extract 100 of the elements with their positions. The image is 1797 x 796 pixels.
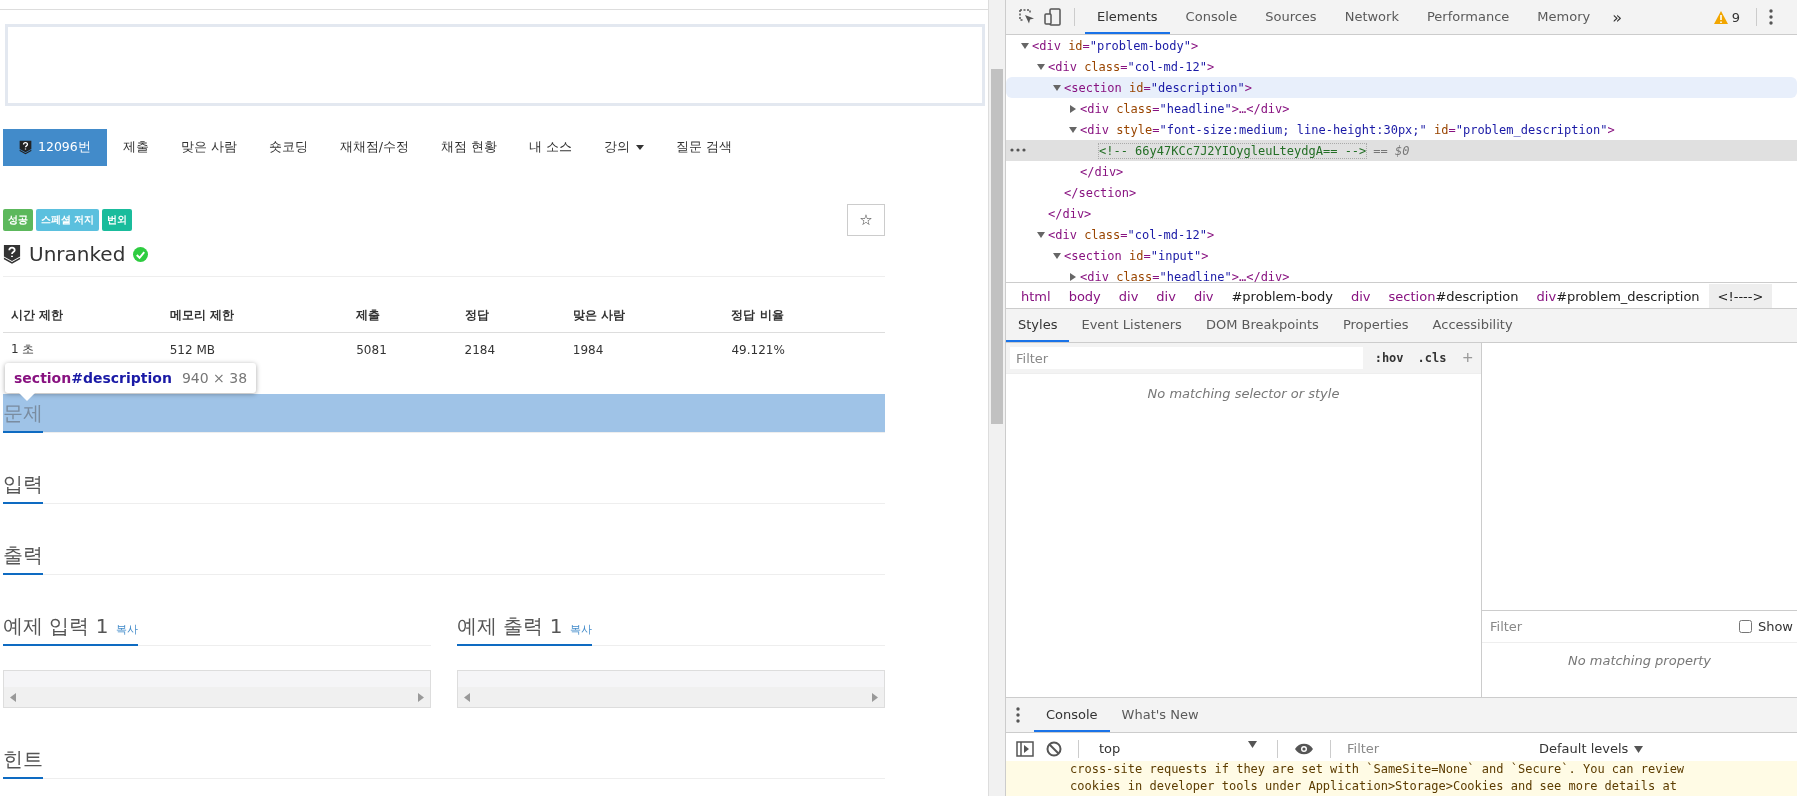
nav-tab-label: 12096번	[38, 139, 91, 156]
node-tag: <section id="input">	[1064, 248, 1209, 263]
more-icon[interactable]	[1010, 148, 1026, 152]
nav-tab-label: 채점 현황	[440, 139, 497, 156]
breadcrumb[interactable]: div	[1184, 283, 1223, 308]
panel-tab[interactable]: Performance	[1414, 0, 1522, 34]
dropdown-arrow-icon	[1634, 746, 1644, 753]
comment-node: <!-- 66y47KCc7J2YIOygleuLteydgA== -->	[1098, 142, 1368, 159]
breadcrumb[interactable]: html	[1012, 283, 1060, 308]
nav-tab[interactable]: 맞은 사람	[164, 129, 253, 166]
class-button[interactable]: .cls	[1415, 351, 1449, 365]
nav-tab-label: 재채점/수정	[339, 139, 409, 156]
nav-tab-label: 제출	[122, 139, 149, 156]
kebab-menu-icon[interactable]	[1767, 7, 1775, 27]
expanded-triangle-icon[interactable]	[1068, 124, 1078, 135]
expanded-triangle-icon[interactable]	[1036, 61, 1046, 72]
expanded-triangle-icon[interactable]	[1052, 250, 1062, 261]
column-header: 정답	[456, 299, 565, 333]
panel-tab[interactable]: Memory	[1525, 0, 1603, 34]
scrollbar-thumb[interactable]	[991, 69, 1003, 424]
column-header: 맞은 사람	[564, 299, 724, 333]
expanded-triangle-icon[interactable]	[1020, 40, 1030, 51]
warning-icon	[1713, 10, 1728, 24]
breadcrumb[interactable]: section#description	[1379, 283, 1528, 308]
sidebar-tab[interactable]: Accessibility	[1420, 309, 1525, 342]
node-tag: <div class="col-md-12">	[1048, 227, 1215, 242]
expanded-triangle-icon[interactable]	[1036, 229, 1046, 240]
nav-tab-label: 숏코딩	[268, 139, 308, 156]
sidebar-toggle-icon[interactable]	[1014, 738, 1036, 759]
nav-tab-label: 내 소스	[528, 139, 572, 156]
nav-tab[interactable]: 질문 검색	[659, 129, 748, 166]
column-header: 정답 비율	[723, 299, 885, 333]
status-tag: 스페셜 저지	[36, 209, 100, 231]
tooltip-size: 940 × 38	[181, 370, 248, 386]
breadcrumb[interactable]: div#problem_description	[1527, 283, 1709, 308]
context-select[interactable]: top	[1093, 740, 1263, 757]
node-tag: <div class="headline">…</div>	[1080, 101, 1290, 116]
status-tag: 번외	[102, 209, 133, 231]
closing-tag: </div>	[1048, 206, 1092, 221]
checkbox-label: Show	[1757, 619, 1793, 634]
node-tag: <section id="description">	[1064, 80, 1252, 95]
drawer-tab[interactable]: What's New	[1109, 698, 1211, 732]
panel-tab[interactable]: Sources	[1253, 0, 1329, 34]
breadcrumb[interactable]: <!---->	[1708, 283, 1773, 308]
shield-question-icon	[3, 243, 21, 265]
node-tag: <div id="problem-body">	[1032, 38, 1199, 53]
collapsed-triangle-icon[interactable]	[1068, 103, 1078, 114]
closing-tag: </div>	[1080, 164, 1124, 179]
selected-node-row[interactable]: <!-- 66y47KCc7J2YIOygleuLteydgA== --> == $0	[1006, 140, 1797, 161]
sidebar-tab[interactable]: Properties	[1330, 309, 1421, 342]
section-title: 입력	[3, 465, 43, 504]
empty-message: No matching property	[1566, 652, 1713, 670]
nav-tab[interactable]: 강의	[587, 129, 660, 166]
copy-link[interactable]: 복사	[570, 622, 593, 637]
column-header: 시간 제한	[3, 299, 162, 333]
star-button[interactable]: ☆	[847, 204, 885, 236]
tooltip-selector: section#description	[14, 370, 172, 386]
panel-tab[interactable]: Network	[1332, 0, 1411, 34]
table-cell: 512 MB	[161, 332, 349, 366]
device-icon[interactable]	[1042, 6, 1064, 28]
panel-tab[interactable]: Elements	[1085, 0, 1170, 34]
copy-link[interactable]: 복사	[116, 622, 139, 637]
console-message: cookies in developer tools under Application>Storage>Cookies and see more details at	[1070, 778, 1678, 795]
expanded-triangle-icon[interactable]	[1052, 82, 1062, 93]
nav-tab-label: 강의	[603, 139, 630, 156]
hovered-node-row[interactable]: <section id="description">	[1006, 77, 1797, 98]
nav-tab-label: 질문 검색	[675, 139, 732, 156]
levels-dropdown[interactable]: Default levels	[1533, 740, 1650, 757]
styles-filter-field[interactable]: Filter	[1010, 347, 1363, 369]
breadcrumb[interactable]: body	[1059, 283, 1110, 308]
nav-tab[interactable]: 내 소스	[512, 129, 588, 166]
kebab-menu-icon[interactable]	[1014, 705, 1022, 725]
sample-title: 예제 입력 1	[3, 613, 109, 640]
nav-tab[interactable]: 재채점/수정	[323, 129, 425, 166]
nav-tab[interactable]: 제출	[106, 129, 165, 166]
warnings-button[interactable]: 9	[1707, 8, 1746, 26]
node-reference: == $0	[1373, 143, 1410, 158]
collapsed-triangle-icon[interactable]	[1068, 271, 1078, 282]
nav-tab[interactable]: 채점 현황	[424, 129, 513, 166]
node-tag: <div class="headline">…</div>	[1080, 269, 1290, 282]
drawer-tab[interactable]: Console	[1034, 698, 1110, 732]
nav-tab[interactable]: 숏코딩	[252, 129, 324, 166]
section-title: 힌트	[3, 740, 43, 779]
column-header: 메모리 제한	[161, 299, 349, 333]
breadcrumb[interactable]: div	[1147, 283, 1185, 308]
nav-tab[interactable]: 12096번	[3, 129, 107, 166]
hover-state-button[interactable]: :hov	[1372, 351, 1406, 365]
sidebar-tab[interactable]: DOM Breakpoints	[1193, 309, 1331, 342]
breadcrumb[interactable]: div	[1342, 283, 1380, 308]
breadcrumb[interactable]: #problem-body	[1222, 283, 1342, 308]
empty-message: No matching selector or style	[1146, 386, 1341, 401]
section-title: 문제	[3, 394, 43, 433]
panel-tab[interactable]: Console	[1173, 0, 1250, 34]
more-tabs-button[interactable]: »	[1606, 6, 1628, 28]
sample-title: 예제 출력 1	[457, 613, 563, 640]
dropdown-arrow-icon	[1248, 741, 1257, 748]
show-all-checkbox[interactable]	[1738, 620, 1752, 633]
sidebar-tab[interactable]: Event Listeners	[1069, 309, 1194, 342]
breadcrumb[interactable]: div	[1109, 283, 1148, 308]
status-tag: 성공	[3, 209, 33, 231]
